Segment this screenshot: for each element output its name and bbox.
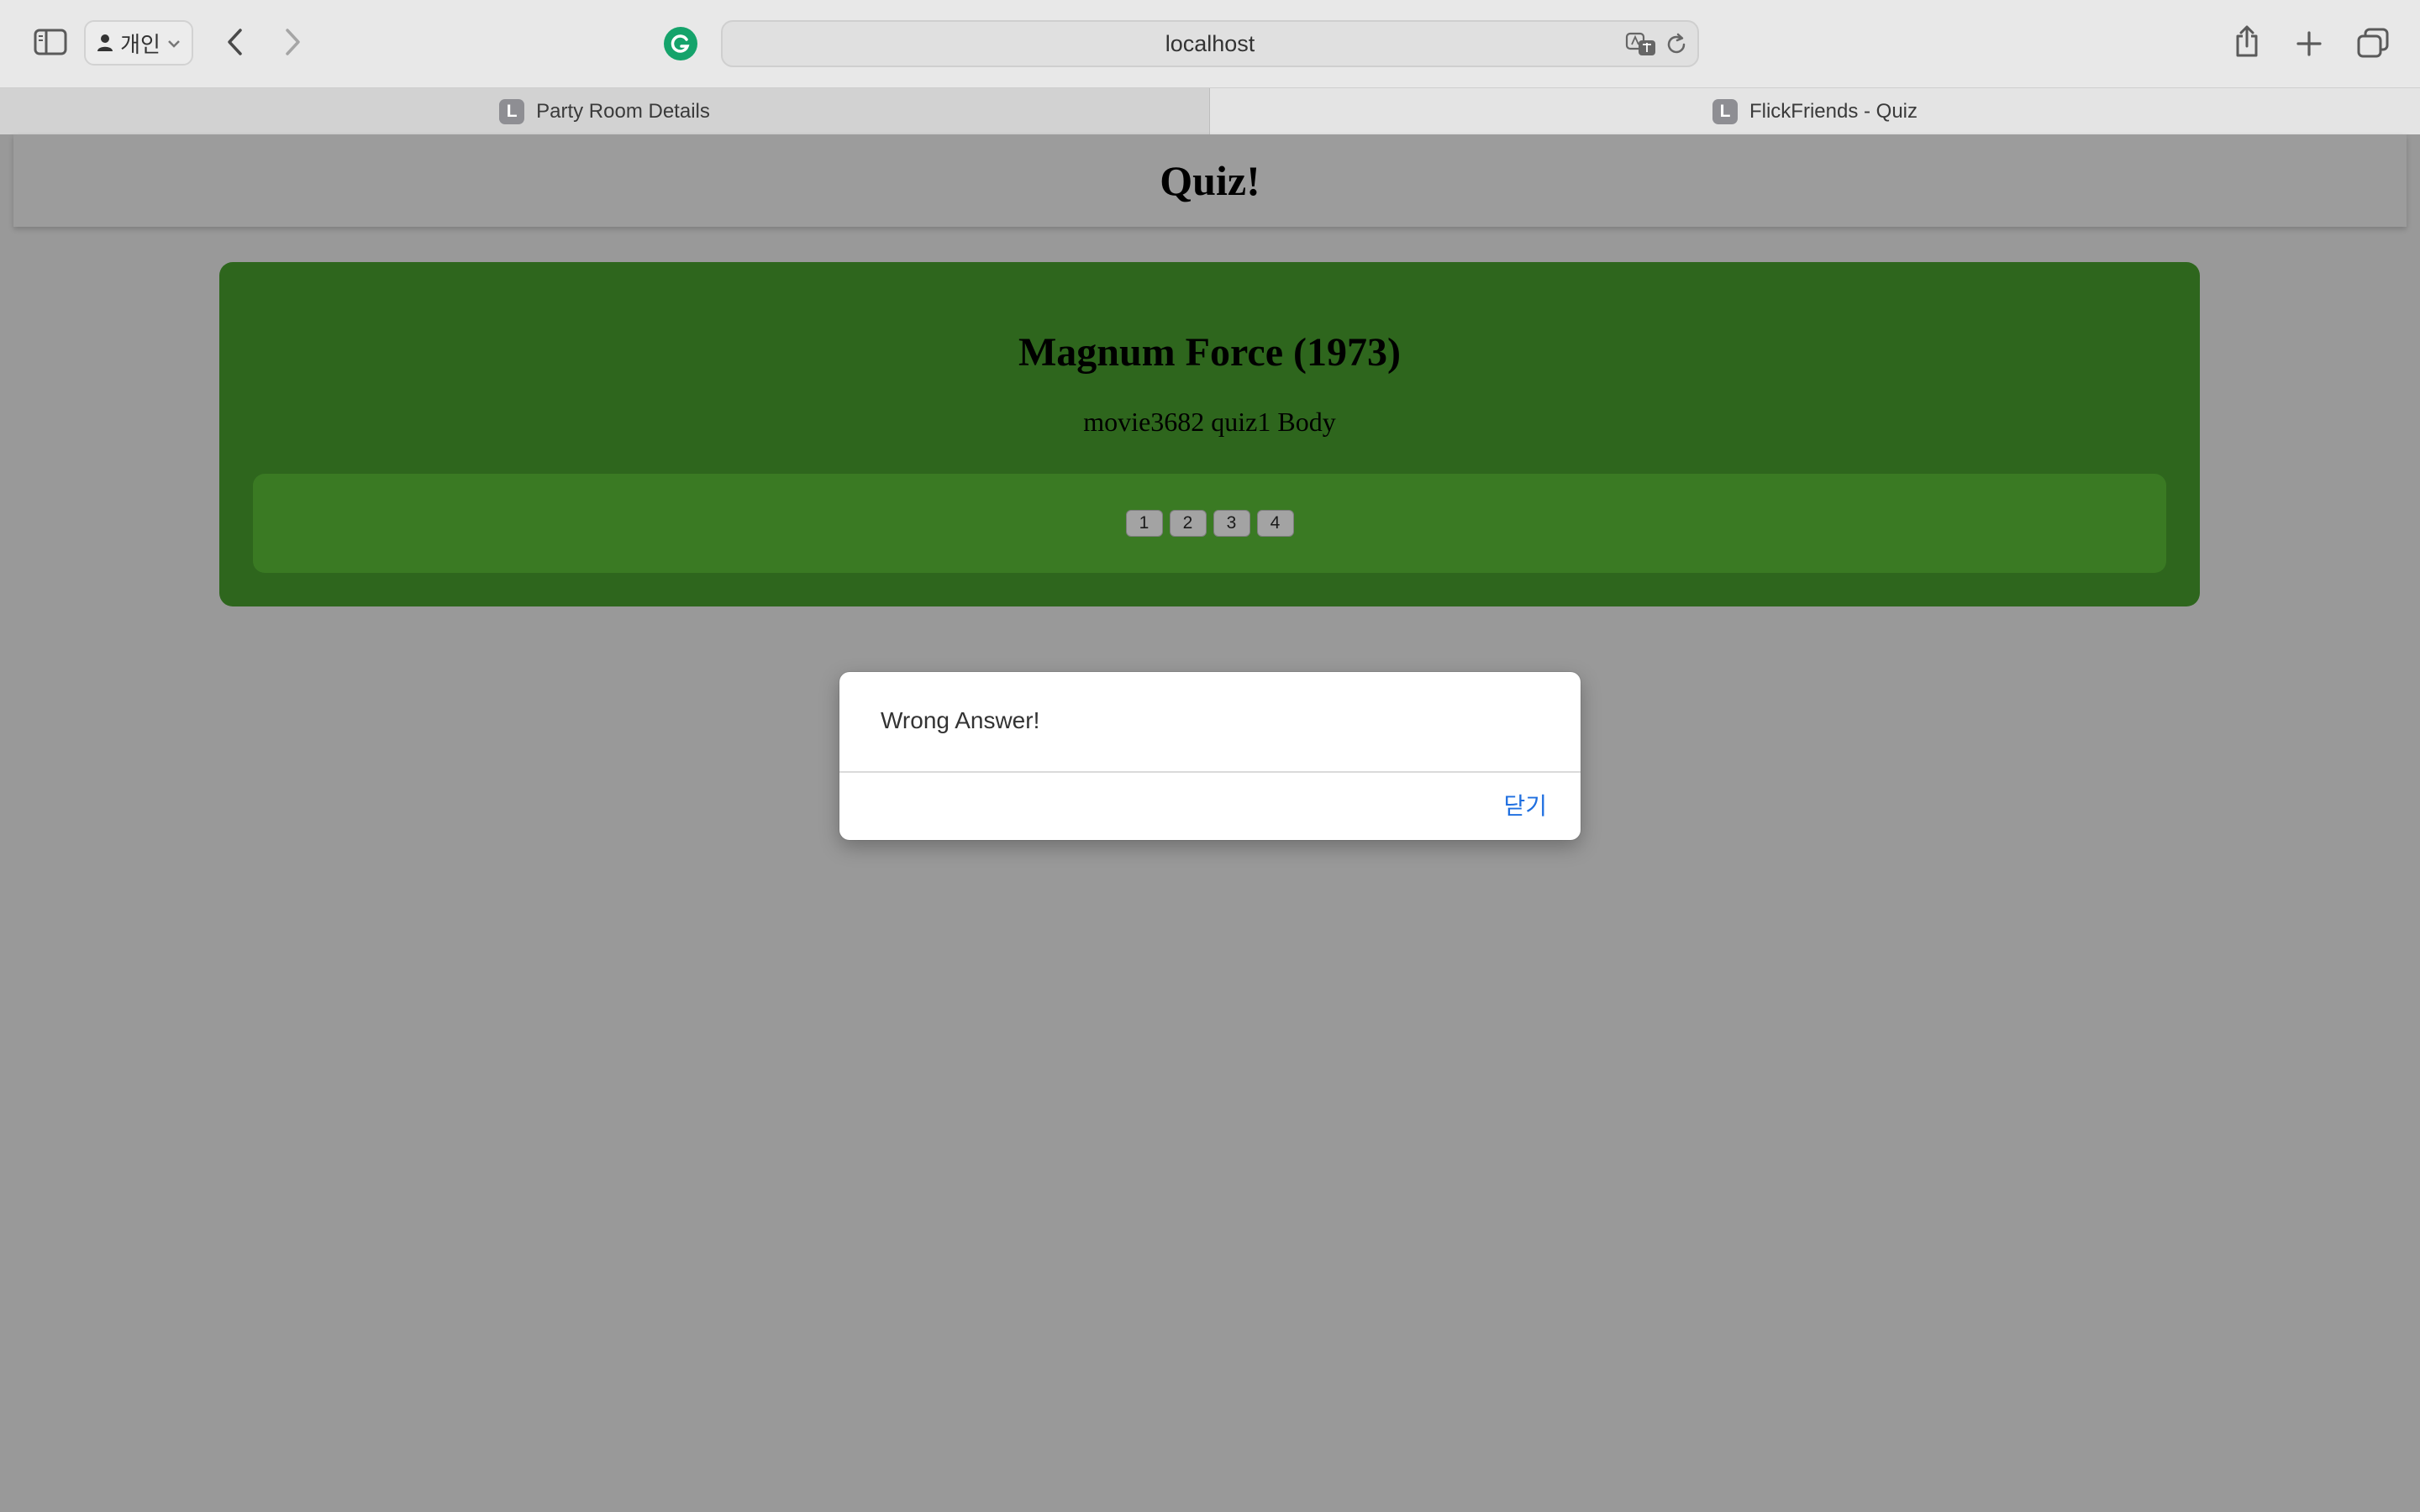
quiz-body-text: movie3682 quiz1 Body — [1083, 407, 1336, 437]
tab-party-room-details[interactable]: L Party Room Details — [0, 88, 1210, 135]
profile-label: 개인 — [120, 31, 160, 57]
address-bar[interactable]: localhost — [721, 20, 1699, 67]
alert-dialog: Wrong Answer! 닫기 — [839, 672, 1581, 840]
movie-title: Magnum Force (1973) — [1018, 330, 1401, 375]
answer-button-2[interactable]: 2 — [1169, 510, 1207, 537]
forward-icon[interactable] — [281, 25, 306, 59]
tab-overview-icon[interactable] — [2354, 25, 2391, 60]
person-icon — [97, 34, 113, 52]
answer-button-4[interactable]: 4 — [1256, 510, 1294, 537]
quiz-card: Magnum Force (1973) movie3682 quiz1 Body… — [219, 262, 2200, 606]
share-icon[interactable] — [2230, 22, 2264, 60]
tab-title: FlickFriends - Quiz — [1749, 100, 1918, 123]
tab-title: Party Room Details — [536, 100, 710, 123]
answer-button-1[interactable]: 1 — [1125, 510, 1163, 537]
page-header: Quiz! — [13, 134, 2407, 227]
profile-button[interactable]: 개인 — [84, 20, 193, 66]
grammarly-icon[interactable] — [664, 27, 697, 60]
tab-strip: L Party Room Details L FlickFriends - Qu… — [0, 87, 2420, 135]
answer-options: 1 2 3 4 — [253, 474, 2166, 573]
sidebar-toggle-icon[interactable] — [34, 27, 67, 57]
back-icon[interactable] — [222, 25, 247, 59]
url-text: localhost — [1165, 30, 1255, 56]
alert-divider — [839, 771, 1581, 773]
favicon-icon: L — [1712, 99, 1738, 124]
tab-flickfriends-quiz[interactable]: L FlickFriends - Quiz — [1210, 88, 2420, 135]
reload-icon[interactable] — [1664, 32, 1689, 57]
browser-toolbar: 개인 localhost — [0, 0, 2420, 87]
new-tab-icon[interactable] — [2292, 27, 2326, 60]
favicon-icon: L — [499, 99, 525, 124]
alert-close-button[interactable]: 닫기 — [1503, 788, 1547, 822]
page-title: Quiz! — [1160, 157, 1260, 204]
answer-button-3[interactable]: 3 — [1213, 510, 1250, 537]
alert-message: Wrong Answer! — [881, 707, 1040, 733]
translate-icon[interactable] — [1625, 32, 1657, 57]
chevron-down-icon — [167, 34, 181, 52]
